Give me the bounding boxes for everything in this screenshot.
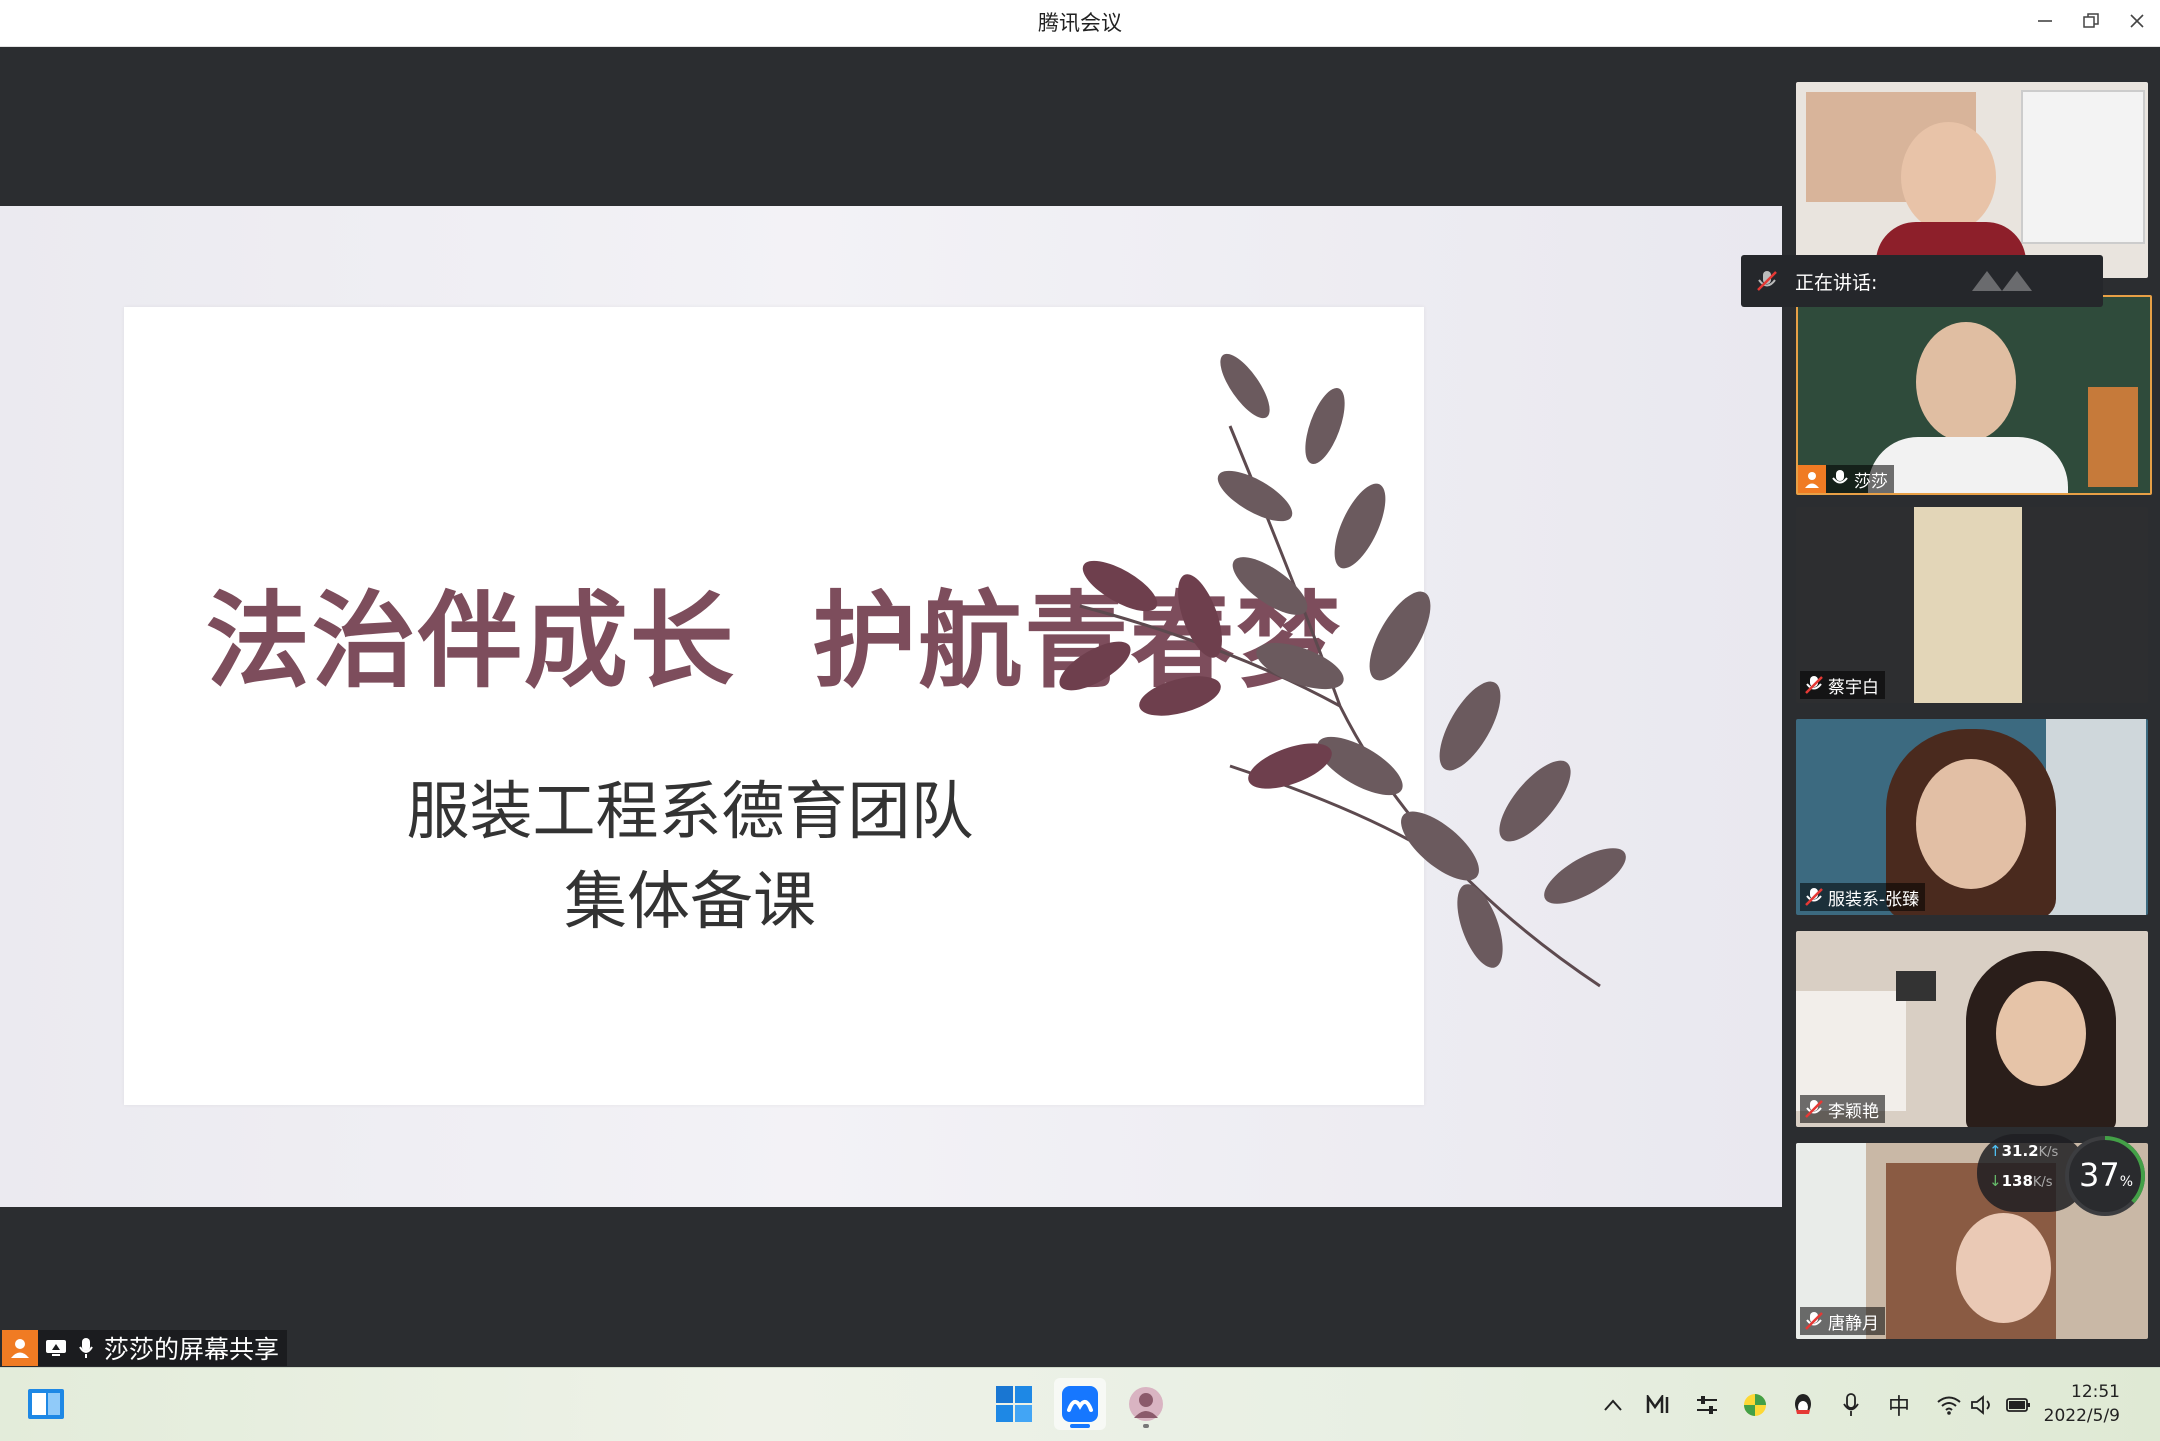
participant-tile[interactable]: 服装系-张臻 xyxy=(1796,719,2148,915)
tencent-meeting-taskbar-button[interactable] xyxy=(1054,1378,1106,1430)
microphone-muted-icon xyxy=(1805,676,1823,694)
app-taskbar-button[interactable] xyxy=(1120,1378,1172,1430)
running-app-indicator xyxy=(1143,1424,1149,1428)
presentation-slide: 法治伴成长 护航青春梦 服装工程系德育团队 集体备课 xyxy=(0,206,1782,1207)
microphone-icon xyxy=(1843,1393,1859,1416)
participant-face xyxy=(1956,1213,2051,1323)
host-avatar-icon xyxy=(2,1330,38,1366)
speaker-volume-icon xyxy=(1971,1395,1990,1415)
restore-button[interactable] xyxy=(2068,0,2114,46)
network-monitor-widget[interactable]: ↑31.2K/s ↓138K/s 37% xyxy=(1975,1130,2145,1226)
speaker-name-redacted xyxy=(1972,271,2032,291)
microphone-icon xyxy=(1832,470,1848,484)
upload-speed: ↑31.2K/s xyxy=(1989,1142,2059,1160)
start-button[interactable] xyxy=(988,1378,1040,1430)
minimize-button[interactable] xyxy=(2022,0,2068,46)
participant-name-tag: 唐静月 xyxy=(1800,1307,1885,1335)
slide-subtitle-1: 服装工程系德育团队 xyxy=(406,775,974,848)
clock-time: 12:51 xyxy=(2071,1382,2120,1402)
tray-colorful-icon xyxy=(1744,1394,1766,1416)
window-title: 腾讯会议 xyxy=(1038,11,1122,35)
battery-button[interactable] xyxy=(2004,1390,2034,1420)
active-app-indicator xyxy=(1070,1424,1090,1428)
download-speed: ↓138K/s xyxy=(1989,1172,2053,1190)
background-books xyxy=(2088,387,2138,487)
tray-app-button[interactable] xyxy=(1644,1390,1674,1420)
participant-tile[interactable]: 李颖艳 xyxy=(1796,931,2148,1127)
participant-body xyxy=(1868,437,2068,493)
cpu-percent: 37% xyxy=(2079,1156,2134,1194)
upload-arrow-icon: ↑ xyxy=(1989,1142,2002,1160)
widgets-icon xyxy=(28,1389,64,1419)
microphone-muted-icon xyxy=(1805,888,1823,906)
wifi-icon xyxy=(1937,1396,1961,1415)
participant-name: 李颖艳 xyxy=(1828,1101,1879,1122)
leaf-branch-image xyxy=(1059,353,1626,988)
tray-settings-button[interactable] xyxy=(1692,1390,1722,1420)
sliders-icon xyxy=(1697,1396,1717,1414)
app-avatar-icon xyxy=(1129,1387,1163,1421)
volume-button[interactable] xyxy=(1968,1390,1998,1420)
shared-screen-area: 法治伴成长 护航青春梦 服装工程系德育团队 集体备课 莎莎的屏幕共享 xyxy=(0,47,1782,1367)
screen-share-text: 莎莎的屏幕共享 xyxy=(104,1335,280,1364)
microphone-muted-icon xyxy=(1805,1100,1823,1118)
speaking-indicator: 正在讲话: xyxy=(1741,255,2103,307)
system-clock[interactable]: 12:51 2022/5/9 xyxy=(2044,1380,2120,1428)
participant-tile[interactable]: 蔡宇白 xyxy=(1796,507,2148,703)
microphone-muted-icon xyxy=(1757,271,1777,291)
window-titlebar: 腾讯会议 xyxy=(0,0,2160,47)
microphone-muted-icon xyxy=(1805,1312,1823,1330)
taskbar: 中 12:51 2022/5/9 xyxy=(0,1367,2160,1441)
battery-icon xyxy=(2006,1398,2030,1412)
windows-icon xyxy=(996,1386,1032,1422)
show-hidden-icons-button[interactable] xyxy=(1598,1390,1628,1420)
microphone-tray-button[interactable] xyxy=(1836,1390,1866,1420)
microphone-icon xyxy=(74,1336,98,1360)
screen-share-label: 莎莎的屏幕共享 xyxy=(2,1330,288,1366)
tray-app-button[interactable] xyxy=(1740,1390,1770,1420)
wifi-button[interactable] xyxy=(1934,1390,1964,1420)
participant-face xyxy=(1916,322,2016,442)
close-icon xyxy=(2130,14,2144,28)
input-method-button[interactable]: 中 xyxy=(1884,1390,1914,1420)
participant-name: 莎莎 xyxy=(1854,471,1888,492)
participant-face xyxy=(1916,759,2026,889)
clock-date: 2022/5/9 xyxy=(2043,1406,2120,1426)
chevron-up-icon xyxy=(1604,1399,1622,1411)
slide-subtitle-2: 集体备课 xyxy=(564,865,816,938)
close-button[interactable] xyxy=(2114,0,2160,46)
participant-tile[interactable] xyxy=(1796,82,2148,278)
background-window xyxy=(2046,719,2146,915)
participant-face xyxy=(1901,122,1996,232)
qq-tray-button[interactable] xyxy=(1788,1390,1818,1420)
participant-name-tag: 李颖艳 xyxy=(1800,1095,1885,1123)
widgets-button[interactable] xyxy=(20,1378,72,1430)
host-avatar-icon xyxy=(1798,465,1826,493)
participant-name: 蔡宇白 xyxy=(1828,677,1879,698)
participant-video-frame xyxy=(1914,507,2022,703)
minimize-icon xyxy=(2038,20,2052,22)
speaking-label: 正在讲话: xyxy=(1795,271,1878,294)
download-arrow-icon: ↓ xyxy=(1989,1172,2002,1190)
participant-tile-active[interactable]: 莎莎 xyxy=(1796,295,2152,495)
participant-name: 服装系-张臻 xyxy=(1828,889,1920,910)
participant-name-tag: 莎莎 xyxy=(1798,465,1894,493)
participant-name: 唐静月 xyxy=(1828,1313,1879,1334)
participant-name-tag: 蔡宇白 xyxy=(1800,671,1885,699)
background-bed xyxy=(1796,991,1906,1111)
participant-name-tag: 服装系-张臻 xyxy=(1800,883,1926,911)
screen-share-icon xyxy=(44,1336,68,1360)
qq-penguin-icon xyxy=(1795,1394,1811,1414)
participant-face xyxy=(1996,981,2086,1086)
tencent-meeting-icon xyxy=(1062,1386,1098,1422)
background-monitor xyxy=(1896,971,1936,1001)
tray-m-icon xyxy=(1646,1395,1669,1413)
restore-icon xyxy=(2083,13,2099,28)
background-cabinet xyxy=(2021,90,2145,244)
